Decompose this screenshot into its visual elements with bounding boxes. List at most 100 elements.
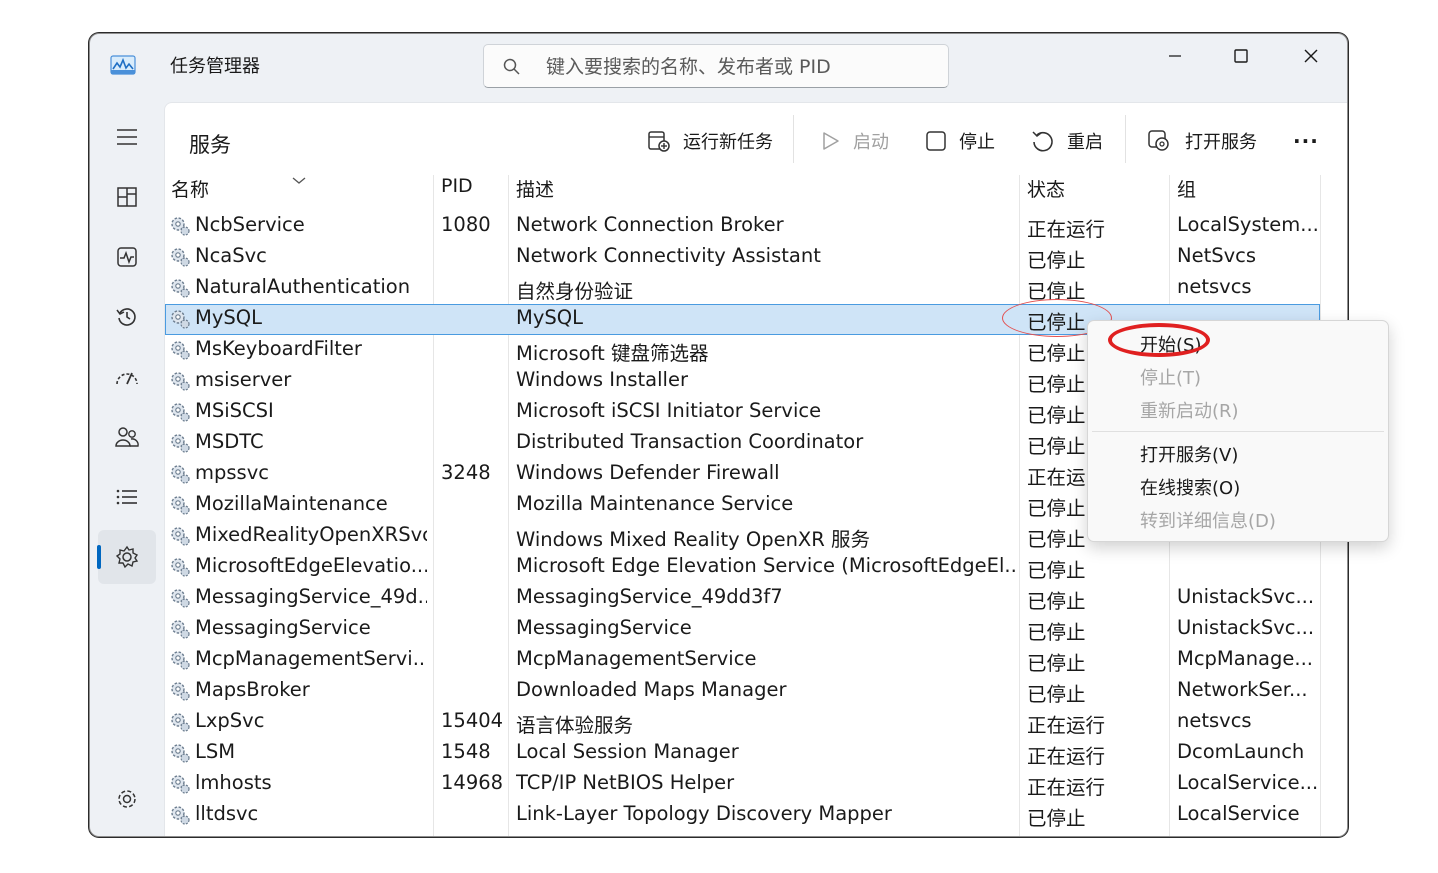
service-name: MsKeyboardFilter bbox=[195, 337, 362, 360]
service-status: 正在运行 bbox=[1027, 745, 1106, 768]
service-description: Microsoft iSCSI Initiator Service bbox=[516, 399, 822, 422]
service-gear-icon bbox=[171, 248, 190, 267]
nav-item-settings[interactable] bbox=[98, 772, 156, 826]
service-description: Distributed Transaction Coordinator bbox=[516, 430, 864, 453]
menu-item-go-to-details[interactable]: 转到详细信息(D) bbox=[1140, 507, 1276, 533]
nav-item-performance[interactable] bbox=[98, 230, 156, 284]
run-new-task-button[interactable]: 运行新任务 bbox=[647, 121, 773, 161]
service-description: Windows Mixed Reality OpenXR 服务 bbox=[516, 528, 871, 551]
table-row[interactable]: LSM 1548 Local Session Manager 正在运行 DcomLaun… bbox=[165, 738, 1320, 769]
service-gear-icon bbox=[171, 403, 190, 422]
service-description: MessagingService bbox=[516, 616, 692, 639]
service-gear-icon bbox=[171, 558, 190, 577]
service-pid: 3248 bbox=[441, 461, 491, 484]
service-description: 语言体验服务 bbox=[516, 714, 634, 737]
service-gear-icon bbox=[171, 217, 190, 236]
processes-icon bbox=[117, 187, 137, 207]
service-pid: 1080 bbox=[441, 213, 491, 236]
nav-item-details[interactable] bbox=[98, 470, 156, 524]
settings-gear-icon bbox=[118, 790, 136, 808]
menu-item-start[interactable]: 开始(S) bbox=[1140, 331, 1201, 357]
service-status: 已停止 bbox=[1027, 280, 1086, 303]
service-pid: 15404 bbox=[441, 709, 504, 732]
restart-label: 重启 bbox=[1067, 132, 1103, 153]
table-row[interactable]: NcaSvc Network Connectivity Assistant 已停止 N… bbox=[165, 242, 1320, 273]
service-status: 已停止 bbox=[1027, 621, 1086, 644]
nav-item-users[interactable] bbox=[98, 410, 156, 464]
service-name: LxpSvc bbox=[195, 709, 265, 732]
nav-item-app-history[interactable] bbox=[98, 290, 156, 344]
table-row[interactable]: MapsBroker Downloaded Maps Manager 已停止 Netw… bbox=[165, 676, 1320, 707]
play-icon bbox=[823, 132, 839, 150]
service-group: LocalService bbox=[1177, 802, 1300, 825]
service-group: netsvcs bbox=[1177, 709, 1252, 732]
run-new-task-label: 运行新任务 bbox=[683, 132, 773, 153]
column-header-name-label: 名称 bbox=[171, 179, 210, 201]
table-row[interactable]: NaturalAuthentication 自然身份验证 已停止 netsvcs bbox=[165, 273, 1320, 304]
start-label: 启动 bbox=[853, 132, 889, 153]
service-name: NaturalAuthentication bbox=[195, 275, 411, 298]
search-input[interactable] bbox=[544, 45, 938, 89]
service-group: netsvcs bbox=[1177, 275, 1252, 298]
menu-separator bbox=[1092, 431, 1384, 432]
menu-item-stop[interactable]: 停止(T) bbox=[1140, 364, 1201, 390]
start-button[interactable]: 启动 bbox=[819, 121, 889, 161]
table-row[interactable]: lltdsvc Link-Layer Topology Discovery Map… bbox=[165, 800, 1320, 831]
column-header-description[interactable]: 描述 bbox=[516, 175, 554, 207]
nav-item-startup-apps[interactable] bbox=[98, 350, 156, 404]
details-list-icon bbox=[116, 489, 137, 505]
users-icon bbox=[115, 427, 139, 447]
minimize-icon bbox=[1169, 55, 1181, 57]
restart-icon bbox=[1032, 131, 1053, 152]
service-description: Mozilla Maintenance Service bbox=[516, 492, 794, 515]
column-header-pid[interactable]: PID bbox=[441, 175, 473, 207]
table-row[interactable]: McpManagementServi... McpManagementServic… bbox=[165, 645, 1320, 676]
column-header-group[interactable]: 组 bbox=[1177, 175, 1196, 207]
menu-item-search-online[interactable]: 在线搜索(O) bbox=[1140, 474, 1240, 500]
service-gear-icon bbox=[171, 589, 190, 608]
run-task-icon bbox=[648, 131, 670, 152]
service-name: MapsBroker bbox=[195, 678, 310, 701]
service-status: 已停止 bbox=[1027, 683, 1086, 706]
table-row[interactable]: MessagingService_49d... MessagingService_… bbox=[165, 583, 1320, 614]
task-manager-app-icon bbox=[110, 55, 136, 75]
service-gear-icon bbox=[171, 341, 190, 360]
stop-icon bbox=[926, 131, 946, 151]
maximize-button[interactable] bbox=[1208, 34, 1274, 78]
table-row[interactable]: LxpSvc 15404 语言体验服务 正在运行 netsvcs bbox=[165, 707, 1320, 738]
sort-descending-icon bbox=[292, 177, 306, 184]
close-button[interactable] bbox=[1278, 34, 1344, 78]
table-row[interactable]: NcbService 1080 Network Connection Broker 正… bbox=[165, 211, 1320, 242]
open-services-label: 打开服务 bbox=[1185, 132, 1257, 153]
hamburger-icon bbox=[117, 129, 137, 145]
search-box[interactable] bbox=[483, 44, 949, 89]
service-gear-icon bbox=[171, 620, 190, 639]
column-header-name[interactable]: 名称 bbox=[171, 175, 209, 207]
service-description: MySQL bbox=[516, 306, 583, 329]
minimize-button[interactable] bbox=[1142, 34, 1208, 78]
open-services-button[interactable]: 打开服务 bbox=[1147, 121, 1257, 161]
nav-item-processes[interactable] bbox=[98, 170, 156, 224]
column-header-status[interactable]: 状态 bbox=[1027, 175, 1065, 207]
table-row[interactable]: lmhosts 14968 TCP/IP NetBIOS Helper 正在运行 Loc… bbox=[165, 769, 1320, 800]
menu-item-open-services[interactable]: 打开服务(V) bbox=[1140, 441, 1238, 467]
service-group: NetSvcs bbox=[1177, 244, 1257, 267]
service-name: mpssvc bbox=[195, 461, 269, 484]
more-options-button[interactable]: ··· bbox=[1293, 121, 1319, 161]
service-name: MessagingService bbox=[195, 616, 371, 639]
nav-item-services[interactable] bbox=[97, 530, 156, 584]
service-description: MessagingService_49dd3f7 bbox=[516, 585, 783, 608]
hamburger-menu-button[interactable] bbox=[98, 110, 156, 164]
service-gear-icon bbox=[171, 806, 190, 825]
stop-label: 停止 bbox=[959, 132, 995, 153]
restart-button[interactable]: 重启 bbox=[1031, 121, 1103, 161]
table-row[interactable]: MicrosoftEdgeElevatio... Microsoft Edge E… bbox=[165, 552, 1320, 583]
services-icon bbox=[115, 545, 139, 569]
service-group: DcomLaunch bbox=[1177, 740, 1305, 763]
table-row[interactable]: MessagingService MessagingService 已停止 Unist… bbox=[165, 614, 1320, 645]
service-status: 已停止 bbox=[1027, 590, 1086, 613]
menu-item-restart[interactable]: 重新启动(R) bbox=[1140, 397, 1239, 423]
stop-button[interactable]: 停止 bbox=[925, 121, 995, 161]
service-name: MessagingService_49d... bbox=[195, 585, 427, 608]
service-gear-icon bbox=[171, 434, 190, 453]
